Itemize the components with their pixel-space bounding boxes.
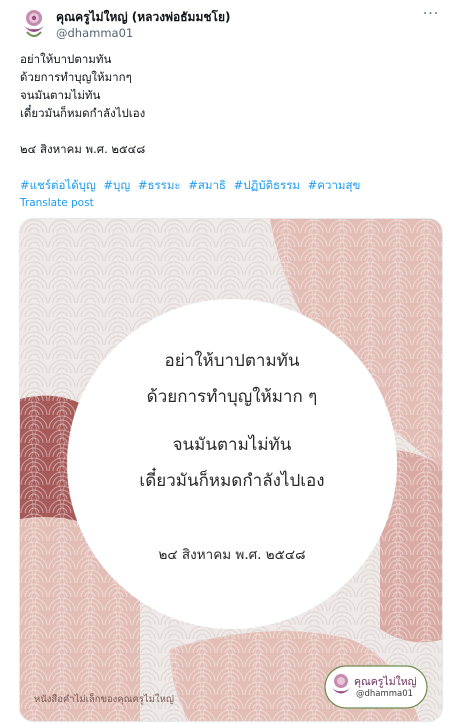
book-title-caption: หนังสือคำไม่เล็กของคุณครูไม่ใหญ่ <box>34 694 174 705</box>
author-handle[interactable]: @dhamma01 <box>56 25 415 41</box>
post-line: จนมันตามไม่ทัน <box>20 88 101 102</box>
tweet: คุณครูไม่ใหญ่ (หลวงพ่อธัมมชโย) @dhamma01… <box>0 0 455 724</box>
hashtag-link[interactable]: #แชร์ต่อได้บุญ <box>20 178 96 192</box>
quote-date: ๒๔ สิงหาคม พ.ศ. ๒๕๔๘ <box>158 547 306 563</box>
post-text: อย่าให้บาปตามทัน ด้วยการทำบุญให้มากๆ จนม… <box>20 50 440 158</box>
translate-post-link[interactable]: Translate post <box>20 196 94 210</box>
author-avatar[interactable] <box>20 8 48 40</box>
hashtag-link[interactable]: #สมาธิ <box>188 178 226 192</box>
post-line: ๒๔ สิงหาคม พ.ศ. ๒๕๔๘ <box>20 142 146 156</box>
quote-line: ด้วยการทำบุญให้มาก ๆ <box>146 387 318 407</box>
hashtag-link[interactable]: #ปฏิบัติธรรม <box>234 178 300 192</box>
brand-logo: คุณครูไม่ใหญ่ @dhamma01 <box>324 665 428 709</box>
author-name[interactable]: คุณครูไม่ใหญ่ (หลวงพ่อธัมมชโย) <box>56 9 415 25</box>
quote-line: อย่าให้บาปตามทัน <box>164 351 300 371</box>
hashtag-link[interactable]: #ธรรมะ <box>138 178 181 192</box>
quote-line: จนมันตามไม่ทัน <box>172 435 292 455</box>
post-line: อย่าให้บาปตามทัน <box>20 52 112 66</box>
post-line <box>20 122 440 140</box>
hashtag-list: #แชร์ต่อได้บุญ #บุญ #ธรรมะ #สมาธิ #ปฏิบั… <box>20 176 364 194</box>
post-line: เดี๋ยวมันก็หมดกำลังไปเอง <box>20 106 146 120</box>
more-horizontal-icon[interactable]: ··· <box>421 7 441 24</box>
logo-title: คุณครูไม่ใหญ่ <box>354 676 417 688</box>
post-line: ด้วยการทำบุญให้มากๆ <box>20 70 132 84</box>
hashtag-link[interactable]: #บุญ <box>103 178 130 192</box>
author-block: คุณครูไม่ใหญ่ (หลวงพ่อธัมมชโย) @dhamma01 <box>56 9 415 41</box>
logo-handle: @dhamma01 <box>356 689 414 699</box>
hashtag-link[interactable]: #ความสุข <box>308 178 361 192</box>
quote-line: เดี๋ยวมันก็หมดกำลังไปเอง <box>139 471 325 491</box>
post-image[interactable]: อย่าให้บาปตามทัน ด้วยการทำบุญให้มาก ๆ จน… <box>19 218 443 722</box>
lotus-monk-icon <box>24 10 44 37</box>
